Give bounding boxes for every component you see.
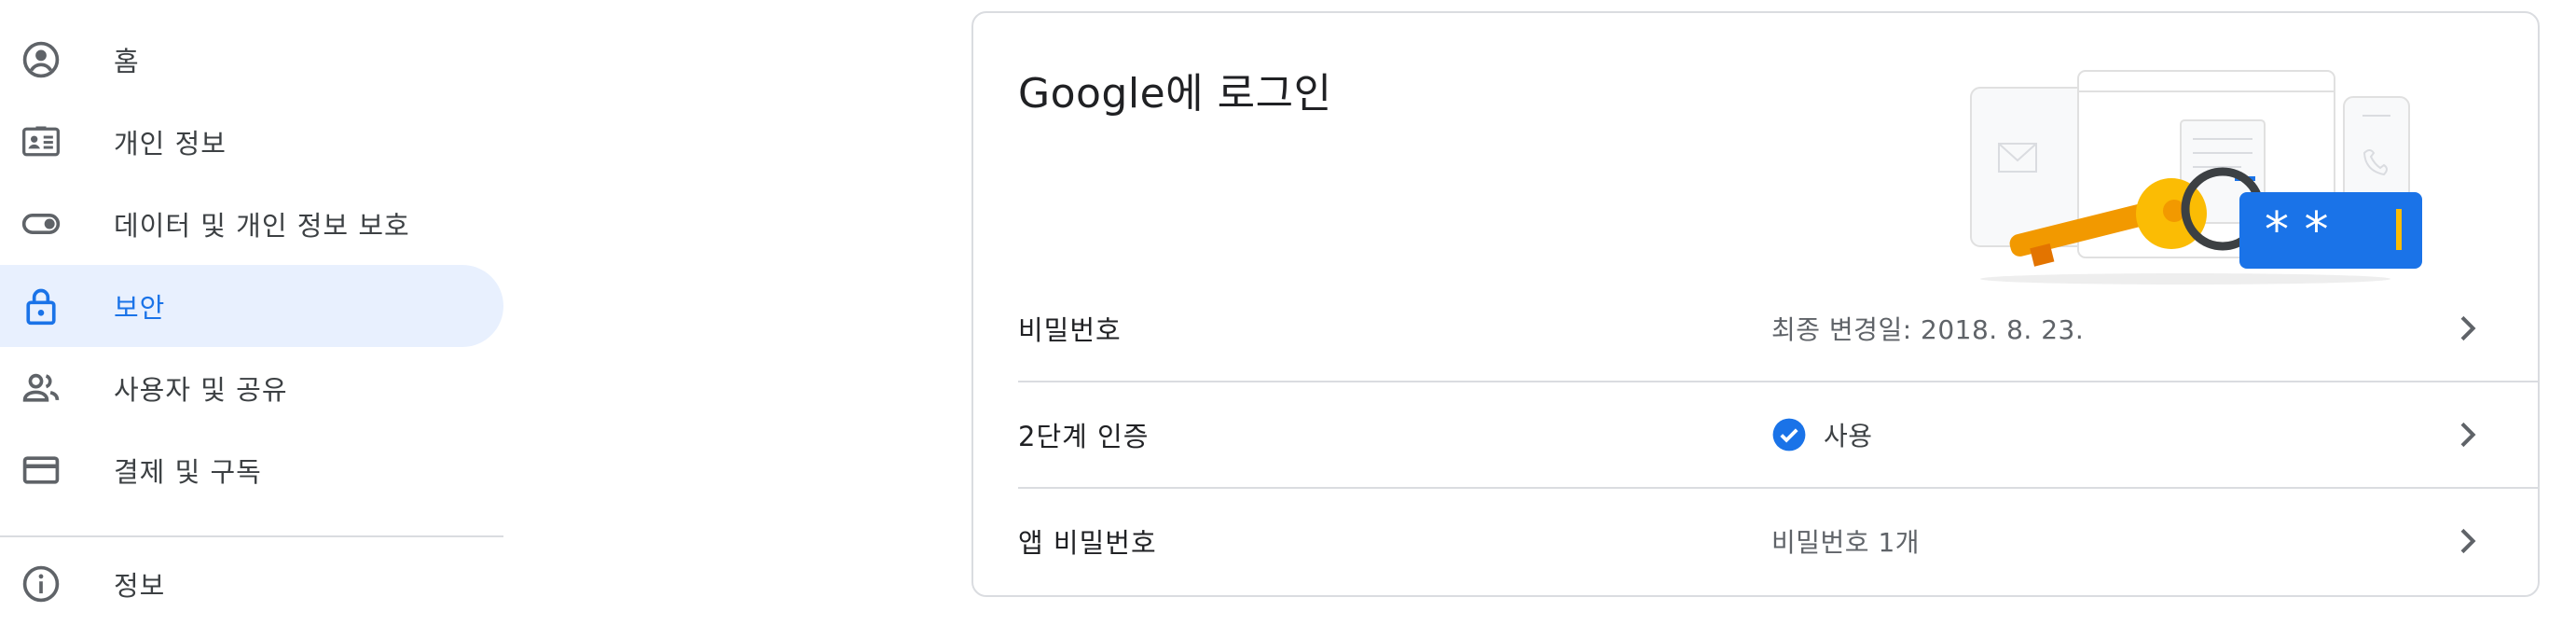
- two-step-label: 2단계 인증: [1018, 421, 1150, 452]
- sidebar-item-people-sharing[interactable]: 사용자 및 공유: [0, 347, 503, 429]
- chevron-right-icon: [2460, 528, 2476, 554]
- chevron-right-icon: [2460, 422, 2476, 448]
- chevron-right-icon: [2460, 315, 2476, 341]
- sidebar-nav: 홈 개인 정보 데이터 및 개인 정보 보호 보안 사용자 및 공유 결제 및 …: [0, 0, 503, 625]
- info-icon: [21, 563, 62, 604]
- account-circle-icon: [21, 39, 62, 80]
- id-card-icon: [21, 121, 62, 162]
- password-row[interactable]: 비밀번호 최종 변경일: 2018. 8. 23.: [973, 276, 2538, 381]
- password-last-changed: 최종 변경일: 2018. 8. 23.: [1771, 310, 2084, 347]
- check-circle-icon: [1772, 418, 1806, 451]
- sidebar-divider: [0, 535, 503, 537]
- signin-illustration: * *: [1970, 70, 2422, 285]
- app-passwords-value-text: 비밀번호 1개: [1771, 527, 1921, 558]
- sidebar-item-label: 홈: [114, 46, 140, 77]
- sidebar-item-home[interactable]: 홈: [0, 19, 503, 101]
- signin-card: Google에 로그인 * * 비밀번호 최종 변경일: 2018. 8. 23…: [971, 11, 2540, 597]
- password-label: 비밀번호: [1018, 314, 1122, 346]
- svg-text:* *: * *: [2265, 202, 2329, 258]
- credit-card-icon: [21, 450, 62, 491]
- sidebar-item-security[interactable]: 보안: [0, 265, 503, 347]
- sidebar-item-label: 보안: [114, 292, 166, 324]
- sidebar-item-about[interactable]: 정보: [0, 543, 503, 625]
- people-icon: [21, 368, 62, 409]
- sidebar-item-data-privacy[interactable]: 데이터 및 개인 정보 보호: [0, 183, 503, 265]
- sidebar-item-label: 개인 정보: [114, 128, 227, 160]
- sidebar-item-label: 사용자 및 공유: [114, 374, 288, 406]
- lock-icon: [21, 285, 62, 326]
- two-step-verification-row[interactable]: 2단계 인증 사용: [973, 382, 2538, 487]
- app-passwords-label: 앱 비밀번호: [1018, 527, 1157, 559]
- toggle-icon: [21, 203, 62, 244]
- sidebar-item-personal-info[interactable]: 개인 정보: [0, 101, 503, 183]
- sidebar-item-label: 결제 및 구독: [114, 456, 262, 488]
- card-title: Google에 로그인: [1018, 70, 1332, 118]
- sidebar-item-label: 정보: [114, 570, 166, 602]
- sidebar-item-payments[interactable]: 결제 및 구독: [0, 429, 503, 511]
- two-step-value-text: 사용: [1824, 421, 1873, 451]
- password-value-text: 최종 변경일: 2018. 8. 23.: [1771, 314, 2085, 345]
- app-passwords-count: 비밀번호 1개: [1771, 522, 1920, 560]
- app-passwords-row[interactable]: 앱 비밀번호 비밀번호 1개: [973, 489, 2538, 593]
- two-step-status: 사용: [1771, 416, 1873, 453]
- sidebar-item-label: 데이터 및 개인 정보 보호: [114, 210, 410, 242]
